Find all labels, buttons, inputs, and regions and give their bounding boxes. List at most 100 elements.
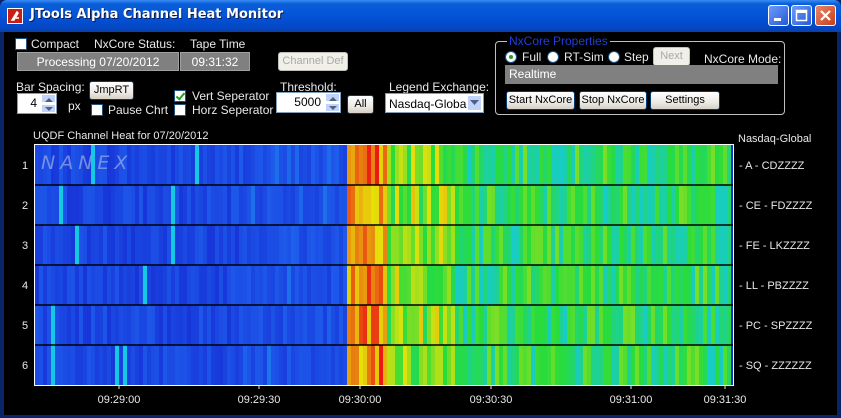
heat-cell xyxy=(303,305,307,345)
heat-cell xyxy=(419,185,423,225)
heat-cell xyxy=(715,185,719,225)
heat-cell xyxy=(711,145,715,185)
heat-cell xyxy=(227,345,231,385)
heat-cell xyxy=(87,345,91,385)
maximize-icon[interactable] xyxy=(791,5,812,26)
heat-cell xyxy=(91,225,95,265)
heat-cell xyxy=(495,225,499,265)
heat-cell xyxy=(635,185,639,225)
heat-cell xyxy=(135,145,139,185)
heat-cell xyxy=(271,185,275,225)
heat-cell xyxy=(463,225,467,265)
heat-cell xyxy=(283,305,287,345)
heat-cell xyxy=(379,185,383,225)
heat-cell xyxy=(455,265,459,305)
heat-cell xyxy=(575,225,579,265)
heat-cell xyxy=(235,145,239,185)
heat-cell xyxy=(411,345,415,385)
heat-cell xyxy=(151,185,155,225)
heat-cell xyxy=(403,145,407,185)
heat-cell xyxy=(211,305,215,345)
heat-cell xyxy=(491,265,495,305)
heat-cell xyxy=(607,345,611,385)
heat-cell xyxy=(699,185,703,225)
heat-cell xyxy=(319,145,323,185)
heat-cell xyxy=(143,225,147,265)
heat-cell xyxy=(55,345,59,385)
heat-cell xyxy=(167,225,171,265)
heat-cell xyxy=(235,225,239,265)
heat-cell xyxy=(219,185,223,225)
heat-cell xyxy=(303,185,307,225)
heat-cell xyxy=(79,345,83,385)
heat-cell xyxy=(515,305,519,345)
heat-cell xyxy=(175,305,179,345)
heat-cell xyxy=(443,345,447,385)
x-tick-label: 09:30:30 xyxy=(470,394,513,406)
heat-cell xyxy=(275,345,279,385)
heat-cell xyxy=(279,225,283,265)
heat-cell xyxy=(219,145,223,185)
close-icon[interactable] xyxy=(815,5,836,26)
heat-cell xyxy=(527,145,531,185)
heat-cell xyxy=(191,145,195,185)
heat-cell xyxy=(275,225,279,265)
heat-cell xyxy=(171,145,175,185)
heat-cell xyxy=(287,305,291,345)
heat-cell xyxy=(307,145,311,185)
heat-cell xyxy=(459,345,463,385)
heat-cell xyxy=(367,145,371,185)
heat-cell xyxy=(159,225,163,265)
heat-cell xyxy=(159,345,163,385)
heat-cell xyxy=(447,145,451,185)
title-bar[interactable]: JTools Alpha Channel Heat Monitor xyxy=(0,0,841,32)
heat-cell xyxy=(543,305,547,345)
heat-cell xyxy=(479,345,483,385)
heat-cell xyxy=(99,225,103,265)
heat-cell xyxy=(335,145,339,185)
row-number: 4 xyxy=(22,280,28,292)
heat-cell xyxy=(511,345,515,385)
heat-cell xyxy=(127,225,131,265)
heat-cell xyxy=(331,225,335,265)
heat-cell xyxy=(635,145,639,185)
heat-cell xyxy=(335,225,339,265)
heat-cell xyxy=(155,345,159,385)
heat-cell xyxy=(375,305,379,345)
heat-cell xyxy=(95,265,99,305)
heat-cell xyxy=(599,305,603,345)
heat-cell xyxy=(511,305,515,345)
heat-cell xyxy=(695,345,699,385)
minimize-icon[interactable] xyxy=(768,5,789,26)
heat-cell xyxy=(255,265,259,305)
heat-cell xyxy=(391,305,395,345)
heat-cell xyxy=(715,225,719,265)
heat-cell xyxy=(215,305,219,345)
heat-cell xyxy=(611,345,615,385)
heat-cell xyxy=(651,225,655,265)
heat-cell xyxy=(135,305,139,345)
heat-cell xyxy=(75,305,79,345)
heat-cell xyxy=(727,145,731,185)
heat-cell xyxy=(531,225,535,265)
heat-cell xyxy=(559,265,563,305)
heat-cell xyxy=(575,145,579,185)
heat-cell xyxy=(239,305,243,345)
heat-cell xyxy=(243,305,247,345)
heat-cell xyxy=(71,305,75,345)
heat-cell xyxy=(39,185,43,225)
heat-cell xyxy=(559,225,563,265)
heat-cell xyxy=(371,145,375,185)
heat-cell xyxy=(487,305,491,345)
row-number: 3 xyxy=(22,240,28,252)
heat-cell xyxy=(403,185,407,225)
heat-cell xyxy=(423,265,427,305)
heat-cell xyxy=(247,225,251,265)
heat-cell xyxy=(579,305,583,345)
heat-cell xyxy=(339,185,343,225)
heat-cell xyxy=(167,265,171,305)
heat-cell xyxy=(367,225,371,265)
heat-cell xyxy=(327,145,331,185)
heat-cell xyxy=(567,345,571,385)
heat-cell xyxy=(159,185,163,225)
